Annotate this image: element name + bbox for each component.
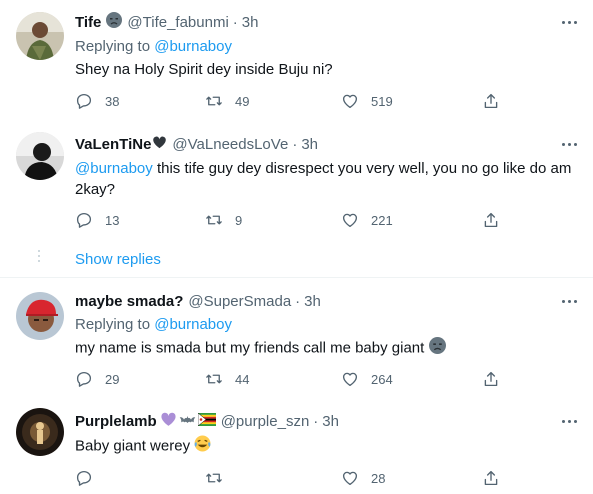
like-icon bbox=[342, 372, 358, 387]
share-icon bbox=[484, 212, 498, 228]
retweet-icon bbox=[206, 374, 222, 384]
reply-button[interactable] bbox=[75, 468, 105, 488]
angry-face-emoji bbox=[428, 337, 446, 360]
replying-to-prefix: Replying to bbox=[75, 316, 155, 333]
display-name[interactable]: VaLenTiNe bbox=[75, 136, 151, 153]
tweet-text-content: Baby giant werey bbox=[75, 437, 191, 455]
mention-link[interactable]: @burnaboy bbox=[75, 160, 153, 177]
like-count: 519 bbox=[371, 93, 393, 109]
replying-to: Replying to @burnaboy bbox=[75, 316, 232, 333]
tweet-header: Tife @Tife_fabunmi · 3h bbox=[75, 12, 258, 32]
angry-face-emoji bbox=[106, 12, 123, 32]
tweet-header: Purplelamb @purple_szn · 3h bbox=[75, 411, 339, 431]
avatar[interactable] bbox=[16, 132, 64, 180]
retweet-icon bbox=[206, 215, 222, 225]
reply-count: 29 bbox=[105, 371, 120, 387]
share-icon bbox=[484, 371, 498, 387]
retweet-count: 44 bbox=[235, 371, 250, 387]
tweet-text: my name is smada but my friends call me … bbox=[75, 337, 580, 360]
like-button[interactable]: 519 bbox=[341, 91, 393, 111]
handle[interactable]: @purple_szn bbox=[221, 413, 310, 430]
timestamp[interactable]: 3h bbox=[304, 293, 321, 310]
reply-button[interactable]: 29 bbox=[75, 369, 119, 389]
tweet-header: VaLenTiNe @VaLneedsLoVe · 3h bbox=[75, 134, 318, 154]
tweet-smada[interactable]: maybe smada? @SuperSmada · 3h Replying t… bbox=[0, 278, 593, 396]
reply-button[interactable]: 13 bbox=[75, 210, 119, 230]
tweet-tife[interactable]: Tife @Tife_fabunmi · 3h Replying to @bur… bbox=[0, 0, 593, 120]
like-count: 221 bbox=[371, 212, 393, 228]
retweet-icon bbox=[206, 473, 222, 483]
like-button[interactable]: 221 bbox=[341, 210, 393, 230]
tweet-text: Baby giant werey bbox=[75, 435, 580, 458]
handle[interactable]: @Tife_fabunmi bbox=[127, 14, 228, 31]
like-button[interactable]: 28 bbox=[341, 468, 385, 488]
more-icon[interactable] bbox=[557, 12, 581, 32]
purple-heart-emoji bbox=[160, 411, 177, 432]
share-button[interactable] bbox=[482, 91, 512, 111]
separator-dot: · bbox=[313, 412, 319, 430]
zimbabwe-flag-emoji bbox=[197, 411, 216, 430]
share-icon bbox=[484, 470, 498, 486]
display-name[interactable]: maybe smada? bbox=[75, 293, 183, 310]
thread-dots bbox=[38, 250, 40, 265]
laughing-tears-emoji bbox=[194, 435, 211, 458]
replying-to-prefix: Replying to bbox=[75, 38, 155, 55]
more-icon[interactable] bbox=[557, 411, 581, 431]
share-button[interactable] bbox=[482, 369, 512, 389]
tweet-text: Shey na Holy Spirit dey inside Buju ni? bbox=[75, 61, 333, 78]
timestamp[interactable]: 3h bbox=[242, 14, 259, 31]
show-replies-link[interactable]: Show replies bbox=[75, 251, 161, 268]
timestamp[interactable]: 3h bbox=[301, 136, 318, 153]
tweet-text-content: my name is smada but my friends call me … bbox=[75, 339, 425, 357]
separator-dot: · bbox=[232, 13, 238, 31]
display-name[interactable]: Purplelamb bbox=[75, 413, 157, 430]
separator-dot: · bbox=[295, 292, 301, 310]
reply-icon bbox=[76, 212, 92, 228]
avatar[interactable] bbox=[16, 408, 64, 456]
reply-icon bbox=[76, 470, 92, 486]
share-button[interactable] bbox=[482, 210, 512, 230]
tweet-text: @burnaboy this tife guy dey disrespect y… bbox=[75, 158, 580, 200]
like-button[interactable]: 264 bbox=[341, 369, 393, 389]
handle[interactable]: @SuperSmada bbox=[188, 293, 291, 310]
tweet-header: maybe smada? @SuperSmada · 3h bbox=[75, 291, 321, 311]
retweet-button[interactable]: 49 bbox=[205, 91, 249, 111]
replying-to-link[interactable]: @burnaboy bbox=[154, 38, 232, 55]
avatar[interactable] bbox=[16, 292, 64, 340]
reply-count: 38 bbox=[105, 93, 120, 109]
separator-dot: · bbox=[292, 135, 298, 153]
reply-icon bbox=[76, 371, 92, 387]
share-button[interactable] bbox=[482, 468, 512, 488]
like-icon bbox=[342, 213, 358, 228]
replying-to: Replying to @burnaboy bbox=[75, 38, 232, 55]
avatar[interactable] bbox=[16, 12, 64, 60]
retweet-button[interactable] bbox=[205, 468, 235, 488]
share-icon bbox=[484, 93, 498, 109]
black-heart-emoji bbox=[152, 135, 167, 154]
retweet-icon bbox=[206, 96, 222, 106]
retweet-count: 49 bbox=[235, 93, 250, 109]
tweet-purplelamb[interactable]: Purplelamb @purple_szn · 3h Baby giant w… bbox=[0, 398, 593, 494]
reply-count: 13 bbox=[105, 212, 120, 228]
timestamp[interactable]: 3h bbox=[322, 413, 339, 430]
retweet-button[interactable]: 9 bbox=[205, 210, 242, 230]
tweet-valentine[interactable]: VaLenTiNe @VaLneedsLoVe · 3h @burnaboy t… bbox=[0, 124, 593, 234]
retweet-button[interactable]: 44 bbox=[205, 369, 249, 389]
bat-emoji bbox=[179, 411, 196, 432]
reply-icon bbox=[76, 93, 92, 109]
more-icon[interactable] bbox=[557, 134, 581, 154]
like-icon bbox=[342, 94, 358, 109]
retweet-count: 9 bbox=[235, 212, 243, 228]
more-icon[interactable] bbox=[557, 291, 581, 311]
replying-to-link[interactable]: @burnaboy bbox=[154, 316, 232, 333]
handle[interactable]: @VaLneedsLoVe bbox=[172, 136, 288, 153]
reply-button[interactable]: 38 bbox=[75, 91, 119, 111]
like-count: 264 bbox=[371, 371, 393, 387]
like-count: 28 bbox=[371, 470, 386, 486]
like-icon bbox=[342, 471, 358, 486]
display-name[interactable]: Tife bbox=[75, 14, 101, 31]
